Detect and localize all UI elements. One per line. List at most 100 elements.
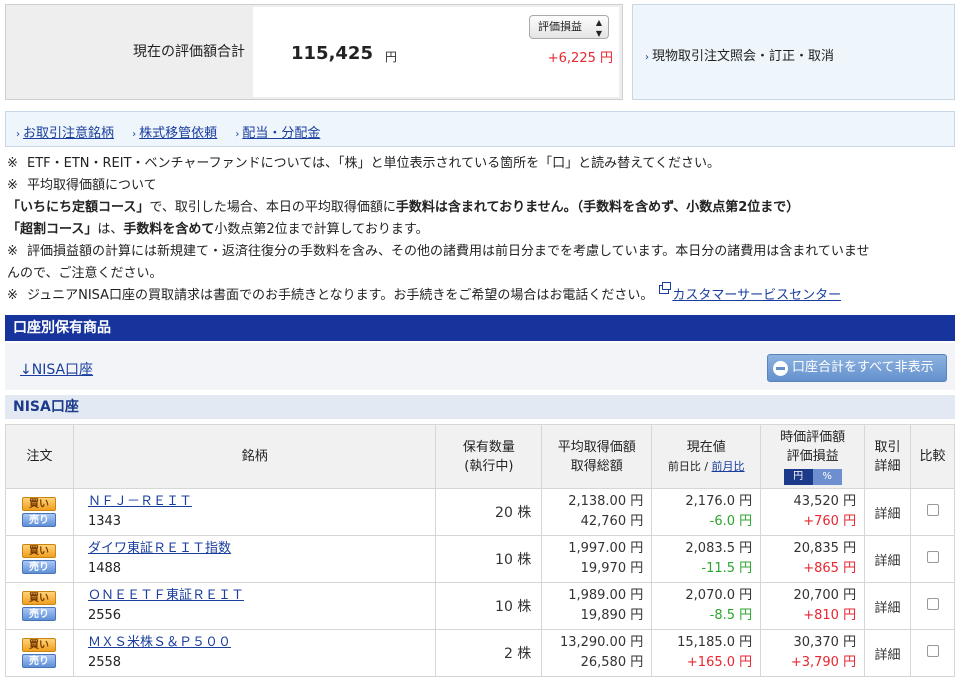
- sell-button[interactable]: 売り: [22, 654, 56, 668]
- detail-link[interactable]: 詳細: [875, 601, 901, 616]
- note-avg-price: 平均取得価額について: [27, 178, 157, 193]
- current-price: 2,176.0 円: [685, 494, 753, 509]
- sell-button[interactable]: 売り: [22, 560, 56, 574]
- buy-button[interactable]: 買い: [22, 544, 56, 558]
- profit-loss: +865 円: [803, 561, 857, 576]
- compare-cell: [910, 629, 955, 677]
- total-cost: 19,890 円: [580, 608, 644, 623]
- avg-price: 1,989.00 円: [568, 588, 644, 603]
- month-change-link[interactable]: 前月比: [712, 460, 745, 473]
- note-chowari: 「超割コース」 は、 手数料を含めて 小数点第2位まで計算しております。: [7, 222, 429, 237]
- total-cost: 42,760 円: [580, 514, 644, 529]
- toggle-percent[interactable]: %: [812, 469, 842, 485]
- toggle-yen[interactable]: 円: [783, 469, 813, 485]
- nisa-account-title: NISA口座: [5, 395, 955, 419]
- stock-name-link[interactable]: ＯＮＥＥＴＦ東証ＲＥＩＴ: [88, 588, 244, 603]
- table-row: 買い 売り ＯＮＥＥＴＦ東証ＲＥＩＴ 2556 10 株 1,989.00 円 …: [5, 582, 955, 630]
- compare-cell: [910, 535, 955, 583]
- market-value: 30,370 円: [793, 635, 857, 650]
- table-row: 買い 売り ＮＦＪ－ＲＥＩＴ 1343 20 株 2,138.00 円 42,7…: [5, 488, 955, 536]
- current-price-cell: 15,185.0 円 +165.0 円: [651, 629, 762, 677]
- market-value-cell: 43,520 円 +760 円: [760, 488, 866, 536]
- market-value-cell: 20,700 円 +810 円: [760, 582, 866, 630]
- col-current-price: 現在値 前日比 / 前月比: [651, 424, 762, 489]
- valuation-profit: +6,225 円: [547, 51, 613, 66]
- detail-cell: 詳細: [864, 535, 912, 583]
- detail-cell: 詳細: [864, 582, 912, 630]
- sell-button[interactable]: 売り: [22, 513, 56, 527]
- arrow-right-icon: ›: [132, 129, 137, 140]
- order-cell: 買い 売り: [5, 629, 74, 677]
- valuation-label: 現在の評価額合計: [133, 44, 245, 60]
- compare-checkbox[interactable]: [926, 504, 939, 516]
- col-compare: 比較: [910, 424, 955, 489]
- compare-cell: [910, 582, 955, 630]
- total-cost: 26,580 円: [580, 655, 644, 670]
- customer-service-link[interactable]: カスタマーサービスセンター: [672, 285, 841, 307]
- stock-cell: ダイワ東証ＲＥＩＴ指数 1488: [72, 535, 437, 583]
- avg-price-cell: 2,138.00 円 42,760 円: [541, 488, 653, 536]
- profit-type-value: 評価損益: [538, 20, 582, 33]
- stock-name-link[interactable]: ＭＸＳ米株Ｓ＆Ｐ５００: [88, 635, 231, 650]
- note-fees-cont: んので、ご注意ください。: [7, 266, 163, 281]
- compare-cell: [910, 488, 955, 536]
- stock-name-link[interactable]: ＮＦＪ－ＲＥＩＴ: [88, 494, 192, 509]
- unit-toggle: 円%: [783, 469, 842, 485]
- col-order: 注文: [5, 424, 74, 489]
- day-change-label: 前日比: [667, 459, 701, 473]
- col-detail: 取引 詳細: [864, 424, 912, 489]
- dividend-link[interactable]: 配当・分配金: [242, 126, 320, 141]
- detail-link[interactable]: 詳細: [875, 554, 901, 569]
- compare-checkbox[interactable]: [926, 645, 939, 657]
- nisa-account-link[interactable]: ↓NISA口座: [20, 359, 93, 379]
- qty-cell: 20 株: [435, 488, 543, 536]
- detail-link[interactable]: 詳細: [875, 648, 901, 663]
- caution-stocks-link[interactable]: お取引注意銘柄: [23, 126, 114, 141]
- stock-name-link[interactable]: ダイワ東証ＲＥＩＴ指数: [88, 541, 231, 556]
- profit-type-select[interactable]: 評価損益 ▲ ▼: [529, 15, 609, 39]
- qty-cell: 10 株: [435, 582, 543, 630]
- compare-checkbox[interactable]: [926, 598, 939, 610]
- buy-button[interactable]: 買い: [22, 638, 56, 652]
- order-inquiry-link[interactable]: 現物取引注文照会・訂正・取消: [652, 49, 834, 64]
- col-market-value: 時価評価額 評価損益 円%: [760, 424, 866, 489]
- buy-button[interactable]: 買い: [22, 497, 56, 511]
- notes: ※ ETF・ETN・REIT・ベンチャーファンドについては、「株」と単位表示されて…: [7, 153, 952, 307]
- price-change: -6.0 円: [709, 514, 753, 529]
- avg-price: 2,138.00 円: [568, 494, 644, 509]
- current-price: 2,083.5 円: [685, 541, 753, 556]
- compare-checkbox[interactable]: [926, 551, 939, 563]
- arrow-right-icon: ›: [16, 129, 20, 140]
- order-cell: 買い 売り: [5, 488, 74, 536]
- current-price-cell: 2,176.0 円 -6.0 円: [651, 488, 762, 536]
- table-row: 買い 売り ダイワ東証ＲＥＩＴ指数 1488 10 株 1,997.00 円 1…: [5, 535, 955, 583]
- order-inquiry-box: › 現物取引注文照会・訂正・取消: [632, 4, 955, 100]
- detail-link[interactable]: 詳細: [875, 507, 901, 522]
- avg-price-cell: 1,989.00 円 19,890 円: [541, 582, 653, 630]
- profit-loss: +760 円: [803, 514, 857, 529]
- market-value: 20,700 円: [793, 588, 857, 603]
- table-row: 買い 売り ＭＸＳ米株Ｓ＆Ｐ５００ 2558 2 株 13,290.00 円 2…: [5, 629, 955, 677]
- holdings-table: 注文 銘柄 保有数量 (執行中) 平均取得価額 取得総額 現在値 前日比 / 前月比…: [5, 424, 955, 677]
- arrow-right-icon: ›: [645, 52, 649, 63]
- market-value-cell: 20,835 円 +865 円: [760, 535, 866, 583]
- select-updown-icon: ▲ ▼: [595, 18, 602, 38]
- current-price-cell: 2,070.0 円 -8.5 円: [651, 582, 762, 630]
- qty-cell: 10 株: [435, 535, 543, 583]
- minus-circle-icon: [773, 361, 788, 376]
- sell-button[interactable]: 売り: [22, 607, 56, 621]
- profit-loss: +810 円: [803, 608, 857, 623]
- stock-transfer-link[interactable]: 株式移管依頼: [139, 126, 217, 141]
- stock-code: 2556: [87, 608, 122, 623]
- note-teigaku: 「いちにち定額コース」 で、取引した場合、本日の平均取得価額に 手数料は含まれており…: [7, 200, 800, 215]
- current-price-cell: 2,083.5 円 -11.5 円: [651, 535, 762, 583]
- quick-links-bar: › お取引注意銘柄 › 株式移管依頼 › 配当・分配金: [5, 111, 955, 147]
- total-cost: 19,970 円: [580, 561, 644, 576]
- buy-button[interactable]: 買い: [22, 591, 56, 605]
- col-name: 銘柄: [72, 424, 437, 489]
- account-nav-bar: ↓NISA口座 口座合計をすべて非表示: [5, 343, 955, 390]
- stock-cell: ＮＦＪ－ＲＥＩＴ 1343: [72, 488, 437, 536]
- external-window-icon: [659, 282, 672, 294]
- hide-all-totals-button[interactable]: 口座合計をすべて非表示: [767, 354, 947, 382]
- hide-all-totals-label: 口座合計をすべて非表示: [792, 360, 934, 375]
